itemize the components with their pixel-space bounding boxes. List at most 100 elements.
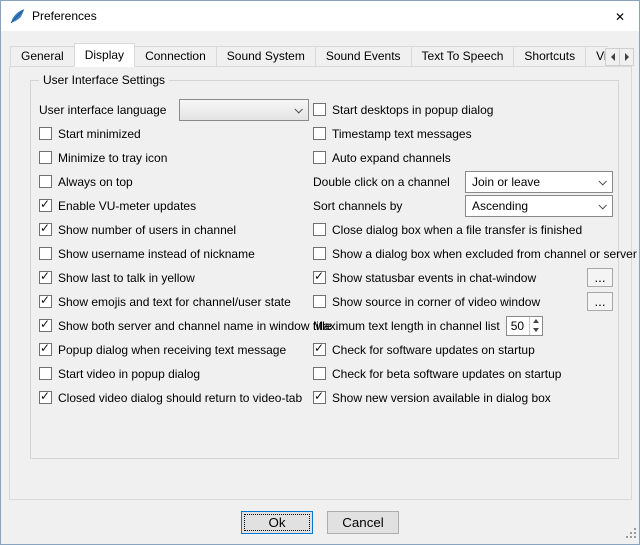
chevron-down-icon (598, 177, 606, 185)
cancel-button[interactable]: Cancel (327, 511, 399, 534)
checkbox-excluded-dialog[interactable]: Show a dialog box when excluded from cha… (313, 243, 613, 264)
statusbar-events-more-button[interactable]: ... (587, 268, 613, 287)
display-tab-pane: User Interface Settings User interface l… (9, 66, 632, 500)
resize-grip[interactable] (625, 527, 637, 542)
video-source-more-button[interactable]: ... (587, 292, 613, 311)
checkbox[interactable] (39, 391, 52, 404)
checkbox-statusbar-events[interactable]: Show statusbar events in chat-window (313, 271, 536, 285)
tab-scroll-buttons (606, 48, 634, 66)
checkbox[interactable] (39, 151, 52, 164)
dialog-footer: Ok Cancel (1, 511, 639, 534)
ok-button[interactable]: Ok (241, 511, 313, 534)
checkbox[interactable] (313, 271, 326, 284)
video-source-row: Show source in corner of video window ..… (313, 291, 613, 312)
checkbox[interactable] (39, 295, 52, 308)
tab-scroll-left-icon[interactable] (605, 48, 620, 66)
checkbox[interactable] (313, 367, 326, 380)
checkbox-show-username[interactable]: Show username instead of nickname (39, 243, 309, 264)
checkbox-timestamp-messages[interactable]: Timestamp text messages (313, 123, 613, 144)
checkbox-always-on-top[interactable]: Always on top (39, 171, 309, 192)
checkbox-popup-text-message[interactable]: Popup dialog when receiving text message (39, 339, 309, 360)
max-text-length-spinner[interactable]: 50 (506, 316, 543, 336)
checkbox[interactable] (313, 391, 326, 404)
checkbox-check-updates[interactable]: Check for software updates on startup (313, 339, 613, 360)
tab-scroll-right-icon[interactable] (619, 48, 634, 66)
checkbox-new-version-dialog[interactable]: Show new version available in dialog box (313, 387, 613, 408)
tab-text-to-speech[interactable]: Text To Speech (411, 46, 515, 67)
sort-channels-combo[interactable]: Ascending (465, 195, 613, 217)
checkbox[interactable] (313, 247, 326, 260)
checkbox-last-to-talk[interactable]: Show last to talk in yellow (39, 267, 309, 288)
max-text-length-label: Maximum text length in channel list (313, 319, 500, 333)
checkbox[interactable] (39, 271, 52, 284)
combo-value: Ascending (472, 199, 528, 213)
checkbox[interactable] (313, 151, 326, 164)
checkbox[interactable] (313, 127, 326, 140)
spinner-buttons (529, 317, 542, 335)
checkbox-label: Auto expand channels (332, 151, 451, 165)
checkbox-label: Check for beta software updates on start… (332, 367, 561, 381)
statusbar-events-row: Show statusbar events in chat-window ... (313, 267, 613, 288)
checkbox-label: Show a dialog box when excluded from cha… (332, 247, 637, 261)
checkbox[interactable] (39, 343, 52, 356)
checkbox-start-minimized[interactable]: Start minimized (39, 123, 309, 144)
checkbox-label: Show number of users in channel (58, 223, 236, 237)
right-settings-column: Start desktops in popup dialog Timestamp… (313, 99, 613, 408)
checkbox-auto-expand-channels[interactable]: Auto expand channels (313, 147, 613, 168)
double-click-row: Double click on a channel Join or leave (313, 171, 613, 192)
checkbox-label: Minimize to tray icon (58, 151, 167, 165)
checkbox-video-popup[interactable]: Start video in popup dialog (39, 363, 309, 384)
checkbox-label: Start desktops in popup dialog (332, 103, 493, 117)
checkbox-minimize-to-tray[interactable]: Minimize to tray icon (39, 147, 309, 168)
spin-up-icon[interactable] (530, 317, 542, 326)
tab-connection[interactable]: Connection (134, 46, 217, 67)
checkbox[interactable] (313, 223, 326, 236)
checkbox-label: Close dialog box when a file transfer is… (332, 223, 582, 237)
checkbox[interactable] (39, 127, 52, 140)
checkbox[interactable] (313, 103, 326, 116)
sort-channels-row: Sort channels by Ascending (313, 195, 613, 216)
group-title: User Interface Settings (39, 73, 169, 87)
checkbox-label: Closed video dialog should return to vid… (58, 391, 302, 405)
checkbox-label: Show statusbar events in chat-window (332, 271, 536, 285)
checkbox[interactable] (39, 175, 52, 188)
tab-general[interactable]: General (10, 46, 75, 67)
checkbox-video-source-corner[interactable]: Show source in corner of video window (313, 295, 540, 309)
checkbox-label: Popup dialog when receiving text message (58, 343, 286, 357)
checkbox-label: Start minimized (58, 127, 141, 141)
language-combo[interactable] (179, 99, 309, 121)
window-title: Preferences (32, 9, 97, 23)
double-click-label: Double click on a channel (313, 175, 450, 189)
checkbox-server-channel-title[interactable]: Show both server and channel name in win… (39, 315, 309, 336)
tab-display[interactable]: Display (74, 43, 135, 67)
checkbox[interactable] (39, 319, 52, 332)
checkbox[interactable] (313, 343, 326, 356)
checkbox-label: Always on top (58, 175, 133, 189)
checkbox[interactable] (39, 223, 52, 236)
tab-sound-events[interactable]: Sound Events (315, 46, 412, 67)
checkbox-label: Show new version available in dialog box (332, 391, 551, 405)
checkbox-emojis-text-state[interactable]: Show emojis and text for channel/user st… (39, 291, 309, 312)
close-icon[interactable]: ✕ (602, 2, 638, 31)
checkbox-vu-meter-updates[interactable]: Enable VU-meter updates (39, 195, 309, 216)
checkbox[interactable] (39, 247, 52, 260)
checkbox-label: Timestamp text messages (332, 127, 472, 141)
chevron-down-icon (294, 105, 302, 113)
tab-shortcuts[interactable]: Shortcuts (513, 46, 586, 67)
checkbox[interactable] (39, 367, 52, 380)
checkbox-show-user-count[interactable]: Show number of users in channel (39, 219, 309, 240)
checkbox-label: Show username instead of nickname (58, 247, 255, 261)
checkbox-close-on-transfer[interactable]: Close dialog box when a file transfer is… (313, 219, 613, 240)
combo-value: Join or leave (472, 175, 540, 189)
checkbox-closed-video-return[interactable]: Closed video dialog should return to vid… (39, 387, 309, 408)
checkbox-label: Show both server and channel name in win… (58, 319, 332, 333)
title-bar[interactable]: Preferences ✕ (1, 1, 639, 31)
spin-down-icon[interactable] (530, 326, 542, 335)
checkbox-check-beta-updates[interactable]: Check for beta software updates on start… (313, 363, 613, 384)
double-click-combo[interactable]: Join or leave (465, 171, 613, 193)
tab-sound-system[interactable]: Sound System (216, 46, 316, 67)
checkbox-desktops-popup[interactable]: Start desktops in popup dialog (313, 99, 613, 120)
checkbox[interactable] (39, 199, 52, 212)
checkbox-label: Show emojis and text for channel/user st… (58, 295, 291, 309)
checkbox[interactable] (313, 295, 326, 308)
